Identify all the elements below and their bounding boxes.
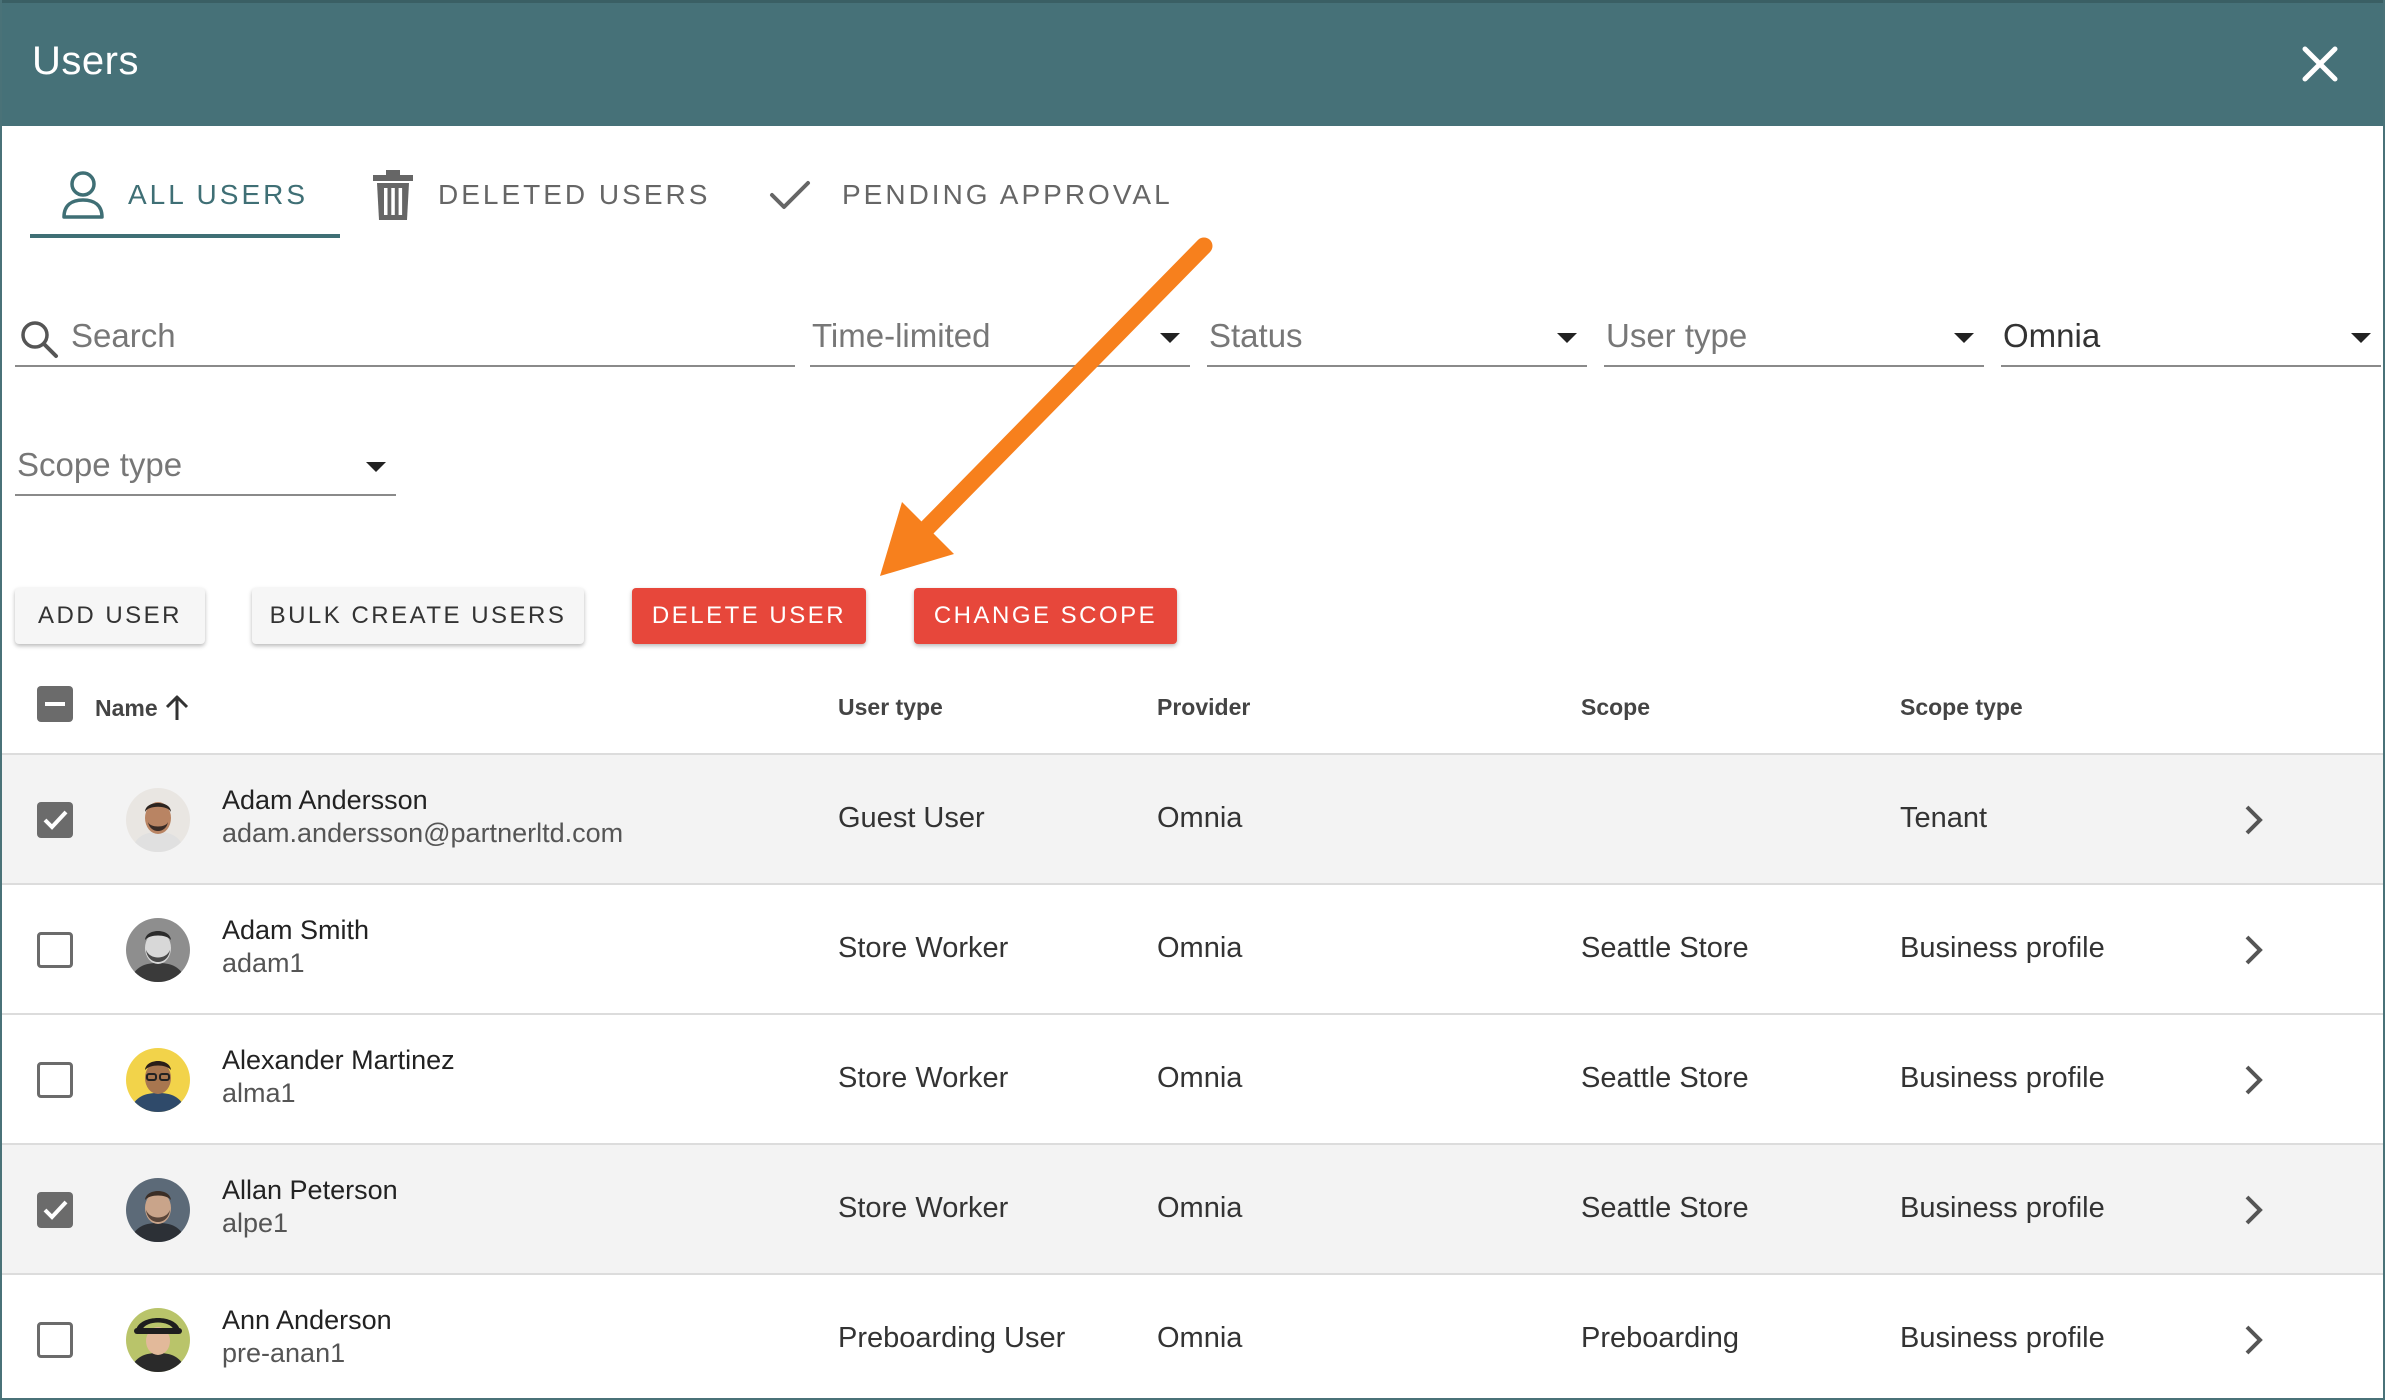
status-label: Status (1209, 317, 1303, 354)
tab-all-users[interactable]: ALL USERS (60, 150, 308, 240)
row-checkbox[interactable] (37, 1192, 73, 1228)
status-select[interactable]: Status (1207, 307, 1587, 367)
row-checkbox[interactable] (37, 802, 73, 838)
check-icon (770, 181, 810, 209)
table-row[interactable]: Ann Anderson pre-anan1 Preboarding User … (2, 1275, 2383, 1398)
tab-pending-approval-label: PENDING APPROVAL (842, 179, 1173, 210)
provider-cell: Omnia (1157, 1062, 1243, 1094)
chevron-down-icon (1557, 333, 1577, 343)
row-checkbox[interactable] (37, 1062, 73, 1098)
table-row[interactable]: Adam Smith adam1 Store Worker Omnia Seat… (2, 885, 2383, 1015)
user-type-select[interactable]: User type (1604, 307, 1984, 367)
scope-type-cell: Business profile (1900, 1062, 2105, 1094)
table-header: Name User type Provider Scope Scope type (2, 670, 2383, 755)
user-type-cell: Store Worker (838, 1192, 1009, 1224)
scope-cell: Seattle Store (1581, 932, 1749, 964)
provider-value: Omnia (2003, 317, 2101, 354)
user-type-cell: Store Worker (838, 932, 1009, 964)
search-icon (21, 321, 58, 358)
tab-pending-approval[interactable]: PENDING APPROVAL (768, 150, 1173, 240)
chevron-right-icon[interactable] (2238, 1061, 2268, 1099)
provider-cell: Omnia (1157, 1192, 1243, 1224)
time-limited-select[interactable]: Time-limited (810, 307, 1190, 367)
tab-all-users-label: ALL USERS (128, 179, 309, 210)
close-icon[interactable] (2297, 41, 2343, 87)
chevron-right-icon[interactable] (2238, 801, 2268, 839)
table-row[interactable]: Adam Andersson adam.andersson@partnerltd… (2, 755, 2383, 885)
user-login: pre-anan1 (222, 1338, 346, 1368)
scope-cell: Preboarding (1581, 1322, 1739, 1354)
row-checkbox[interactable] (37, 932, 73, 968)
user-type-cell: Store Worker (838, 1062, 1009, 1094)
scope-type-cell: Business profile (1900, 1192, 2105, 1224)
user-type-cell: Guest User (838, 802, 985, 834)
check-icon (43, 1200, 68, 1220)
user-name: Adam Andersson (222, 785, 428, 815)
scope-cell: Seattle Store (1581, 1192, 1749, 1224)
scope-type-cell: Tenant (1900, 802, 1988, 834)
row-checkbox[interactable] (37, 1322, 73, 1358)
avatar (126, 1048, 190, 1112)
minus-icon (45, 702, 65, 706)
chevron-right-icon[interactable] (2238, 1191, 2268, 1229)
scope-type-cell: Business profile (1900, 1322, 2105, 1354)
scope-type-cell: Business profile (1900, 932, 2105, 964)
avatar (126, 788, 190, 852)
select-all-checkbox[interactable] (37, 686, 73, 722)
table-row[interactable]: Alexander Martinez alma1 Store Worker Om… (2, 1015, 2383, 1145)
column-header-user-type[interactable]: User type (838, 694, 943, 721)
provider-cell: Omnia (1157, 932, 1243, 964)
provider-cell: Omnia (1157, 1322, 1243, 1354)
dialog-title: Users (32, 39, 139, 83)
avatar (126, 1178, 190, 1242)
search-placeholder: Search (71, 317, 176, 354)
tab-deleted-users-label: DELETED USERS (438, 179, 711, 210)
user-name: Ann Anderson (222, 1305, 392, 1335)
user-type-cell: Preboarding User (838, 1322, 1066, 1354)
chevron-down-icon (2351, 333, 2371, 343)
table-row[interactable]: Allan Peterson alpe1 Store Worker Omnia … (2, 1145, 2383, 1275)
user-name: Alexander Martinez (222, 1045, 455, 1075)
time-limited-label: Time-limited (812, 317, 991, 354)
tab-bar: ALL USERS DELETED USERS PENDING APPROVAL (2, 150, 2383, 240)
user-login: alma1 (222, 1078, 296, 1108)
search-input[interactable]: Search (15, 307, 795, 367)
user-type-label: User type (1606, 317, 1748, 354)
column-header-scope-type[interactable]: Scope type (1900, 694, 2023, 721)
chevron-right-icon[interactable] (2238, 1321, 2268, 1359)
chevron-right-icon[interactable] (2238, 931, 2268, 969)
scope-type-label: Scope type (17, 446, 183, 483)
user-login: adam.andersson@partnerltd.com (222, 818, 624, 848)
scope-cell: Seattle Store (1581, 1062, 1749, 1094)
active-tab-indicator (30, 234, 340, 238)
chevron-down-icon (366, 462, 386, 472)
add-user-button[interactable]: ADD USER (15, 588, 205, 644)
provider-select[interactable]: Omnia (2001, 307, 2381, 367)
provider-cell: Omnia (1157, 802, 1243, 834)
person-icon (62, 171, 104, 219)
avatar (126, 918, 190, 982)
user-name: Allan Peterson (222, 1175, 398, 1205)
column-header-name[interactable]: Name (95, 694, 190, 722)
chevron-down-icon (1160, 333, 1180, 343)
users-dialog: Users ALL USERS DELETED USERS PENDING AP… (0, 0, 2385, 1400)
user-login: alpe1 (222, 1208, 289, 1238)
user-name: Adam Smith (222, 915, 370, 945)
dialog-header: Users (2, 0, 2383, 126)
chevron-down-icon (1954, 333, 1974, 343)
trash-icon (373, 170, 413, 220)
user-login: adam1 (222, 948, 305, 978)
bulk-create-users-button[interactable]: BULK CREATE USERS (252, 588, 584, 644)
delete-user-button[interactable]: DELETE USER (632, 588, 866, 644)
column-header-name-label: Name (95, 694, 158, 721)
column-header-scope[interactable]: Scope (1581, 694, 1650, 721)
arrow-up-icon (165, 695, 188, 720)
change-scope-button[interactable]: CHANGE SCOPE (914, 588, 1177, 644)
column-header-provider[interactable]: Provider (1157, 694, 1250, 721)
check-icon (43, 810, 68, 830)
scope-type-select[interactable]: Scope type (15, 436, 396, 496)
avatar (126, 1308, 190, 1372)
tab-deleted-users[interactable]: DELETED USERS (370, 150, 710, 240)
